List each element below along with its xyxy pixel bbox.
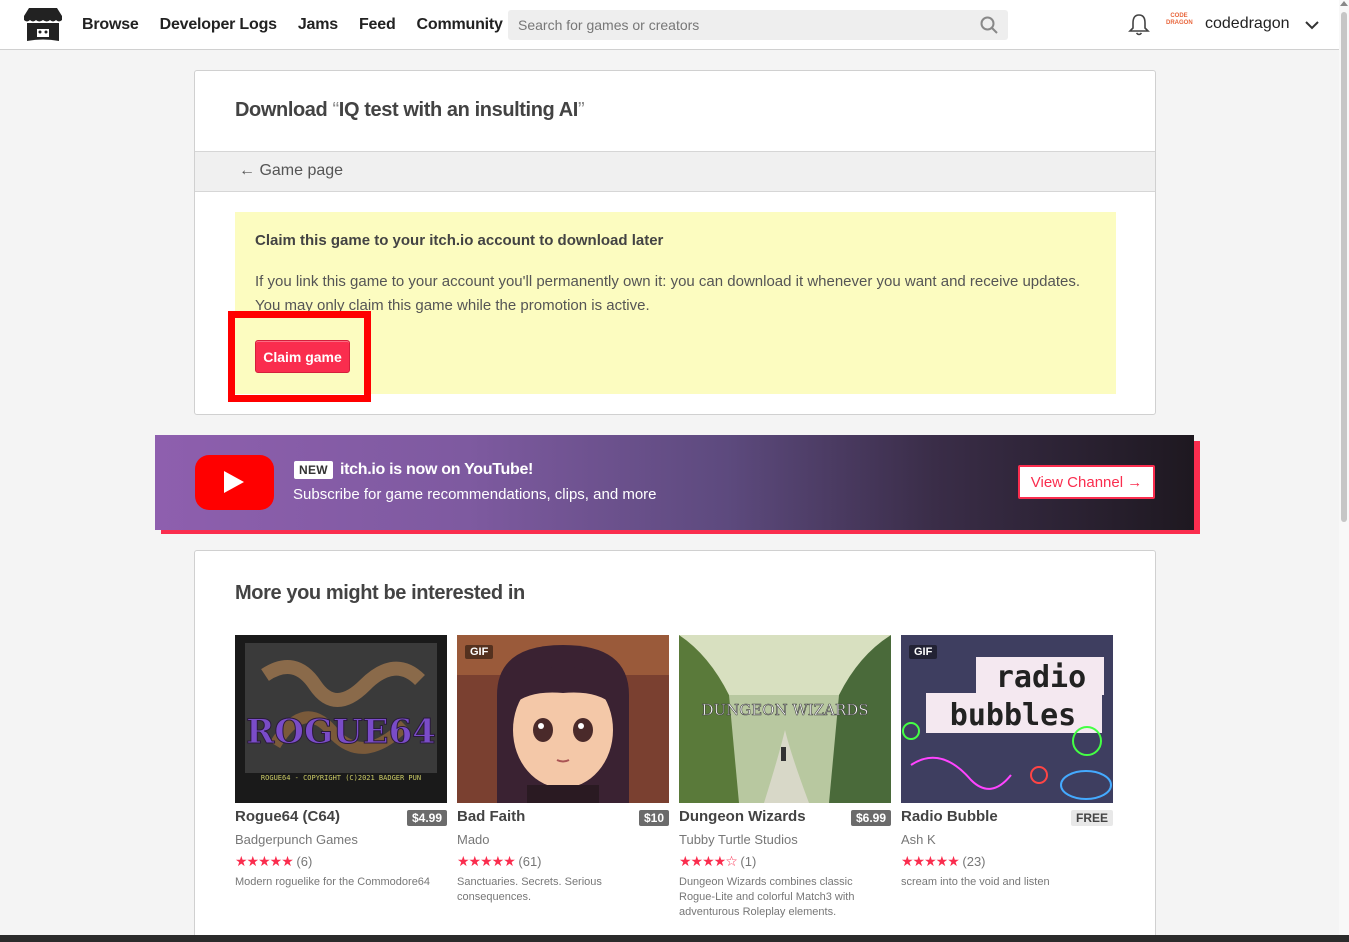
username[interactable]: codedragon <box>1205 15 1290 33</box>
game-card-radio-bubble[interactable]: radio bubbles GIF Radio Bubble FREE Ash … <box>901 635 1113 888</box>
recommendations-heading: More you might be interested in <box>235 582 525 604</box>
highlight-annotation-box <box>228 311 371 402</box>
nav-developer-logs[interactable]: Developer Logs <box>160 16 277 34</box>
page-scrollbar[interactable] <box>1339 0 1349 942</box>
nav-feed[interactable]: Feed <box>359 16 396 34</box>
notification-bell-icon[interactable] <box>1128 13 1150 37</box>
game-author[interactable]: Tubby Turtle Studios <box>679 832 798 847</box>
game-title[interactable]: Rogue64 (C64) <box>235 808 340 825</box>
youtube-banner[interactable]: NEW itch.io is now on YouTube! Subscribe… <box>155 435 1194 530</box>
game-title[interactable]: Dungeon Wizards <box>679 808 806 825</box>
rogue64-logo-text: ROGUE64 <box>246 712 436 752</box>
banner-subtitle: Subscribe for game recommendations, clip… <box>293 486 657 503</box>
scrollbar-thumb[interactable] <box>1341 12 1347 522</box>
chevron-down-icon[interactable] <box>1303 16 1321 34</box>
game-author[interactable]: Badgerpunch Games <box>235 832 358 847</box>
star-rating-icon: ★★★★★ <box>901 853 960 869</box>
rating-count: (23) <box>962 854 986 869</box>
search-bar <box>508 10 1008 40</box>
price-badge: $4.99 <box>406 810 447 826</box>
rating-count: (6) <box>296 854 313 869</box>
rating: ★★★★★ (6) <box>235 853 312 870</box>
star-rating-icon: ★★★★★ <box>457 853 516 869</box>
game-subnav: ← Game page <box>195 151 1155 192</box>
star-rating-icon: ★★★★☆ <box>679 853 738 869</box>
title-close-quote: ” <box>577 99 585 121</box>
rogue64-copyright-text: ROGUE64 - COPYRIGHT (C)2021 BADGER PUN <box>261 774 421 782</box>
star-rating-icon: ★★★★★ <box>235 853 294 869</box>
game-thumbnail[interactable]: GIF <box>457 635 669 803</box>
game-name: IQ test with an insulting AI <box>338 99 579 121</box>
game-card-rogue64[interactable]: ROGUE64 ROGUE64 - COPYRIGHT (C)2021 BADG… <box>235 635 447 888</box>
game-card-bad-faith[interactable]: GIF Bad Faith $10 Mado ★★★★★ (61) Sanctu… <box>457 635 669 903</box>
price-badge: $6.99 <box>850 810 891 826</box>
radio-logo-text: radio <box>996 660 1086 695</box>
recommendations-panel: More you might be interested in ROGUE64 … <box>194 550 1156 942</box>
rating-count: (1) <box>740 854 757 869</box>
title-prefix: Download <box>235 99 333 121</box>
game-card-dungeon-wizards[interactable]: DUNGEON WIZARDS Dungeon Wizards $6.99 Tu… <box>679 635 891 918</box>
view-channel-button[interactable]: View Channel → <box>1018 465 1155 499</box>
game-thumbnail[interactable]: ROGUE64 ROGUE64 - COPYRIGHT (C)2021 BADG… <box>235 635 447 803</box>
rating-count: (61) <box>518 854 542 869</box>
rating: ★★★★★ (23) <box>901 853 986 870</box>
nav-browse[interactable]: Browse <box>82 16 139 34</box>
page-title: Download “IQ test with an insulting AI” <box>235 99 585 122</box>
new-badge: NEW <box>294 461 333 479</box>
youtube-logo-icon <box>195 455 274 510</box>
game-title[interactable]: Radio Bubble <box>901 808 998 825</box>
game-author[interactable]: Ash K <box>901 832 936 847</box>
game-title[interactable]: Bad Faith <box>457 808 525 825</box>
claim-title: Claim this game to your itch.io account … <box>255 232 664 249</box>
game-page-link[interactable]: ← Game page <box>239 162 343 180</box>
banner-title: itch.io is now on YouTube! <box>340 461 534 478</box>
rating: ★★★★☆ (1) <box>679 853 756 870</box>
scroll-up-arrow-icon[interactable] <box>1340 1 1348 6</box>
main-nav: Browse Developer Logs Jams Feed Communit… <box>82 0 524 50</box>
game-description: scream into the void and listen <box>901 876 1050 888</box>
game-author[interactable]: Mado <box>457 832 490 847</box>
gif-badge: GIF <box>909 645 938 659</box>
game-description: Dungeon Wizards combines classic Rogue-L… <box>679 876 855 918</box>
bubbles-logo-text: bubbles <box>950 698 1076 733</box>
price-badge: FREE <box>1070 810 1113 826</box>
bottom-bar <box>0 935 1349 942</box>
search-input[interactable] <box>508 10 1008 40</box>
claim-text: If you link this game to your account yo… <box>255 273 1080 314</box>
game-thumbnail[interactable]: radio bubbles GIF <box>901 635 1113 803</box>
dungeon-wizards-logo-text: DUNGEON WIZARDS <box>701 701 868 719</box>
search-icon[interactable] <box>980 16 998 34</box>
nav-community[interactable]: Community <box>417 16 503 34</box>
itchio-logo-icon[interactable] <box>23 7 63 43</box>
user-avatar[interactable]: CODE DRAGON <box>1166 13 1193 37</box>
game-description: Modern roguelike for the Commodore64 <box>235 876 431 888</box>
price-badge: $10 <box>638 810 669 826</box>
nav-jams[interactable]: Jams <box>298 16 338 34</box>
rating: ★★★★★ (61) <box>457 853 542 870</box>
top-header: Browse Developer Logs Jams Feed Communit… <box>0 0 1339 50</box>
gif-badge: GIF <box>465 645 494 659</box>
game-thumbnail[interactable]: DUNGEON WIZARDS <box>679 635 891 803</box>
game-description: Sanctuaries. Secrets. Serious consequenc… <box>457 876 602 903</box>
